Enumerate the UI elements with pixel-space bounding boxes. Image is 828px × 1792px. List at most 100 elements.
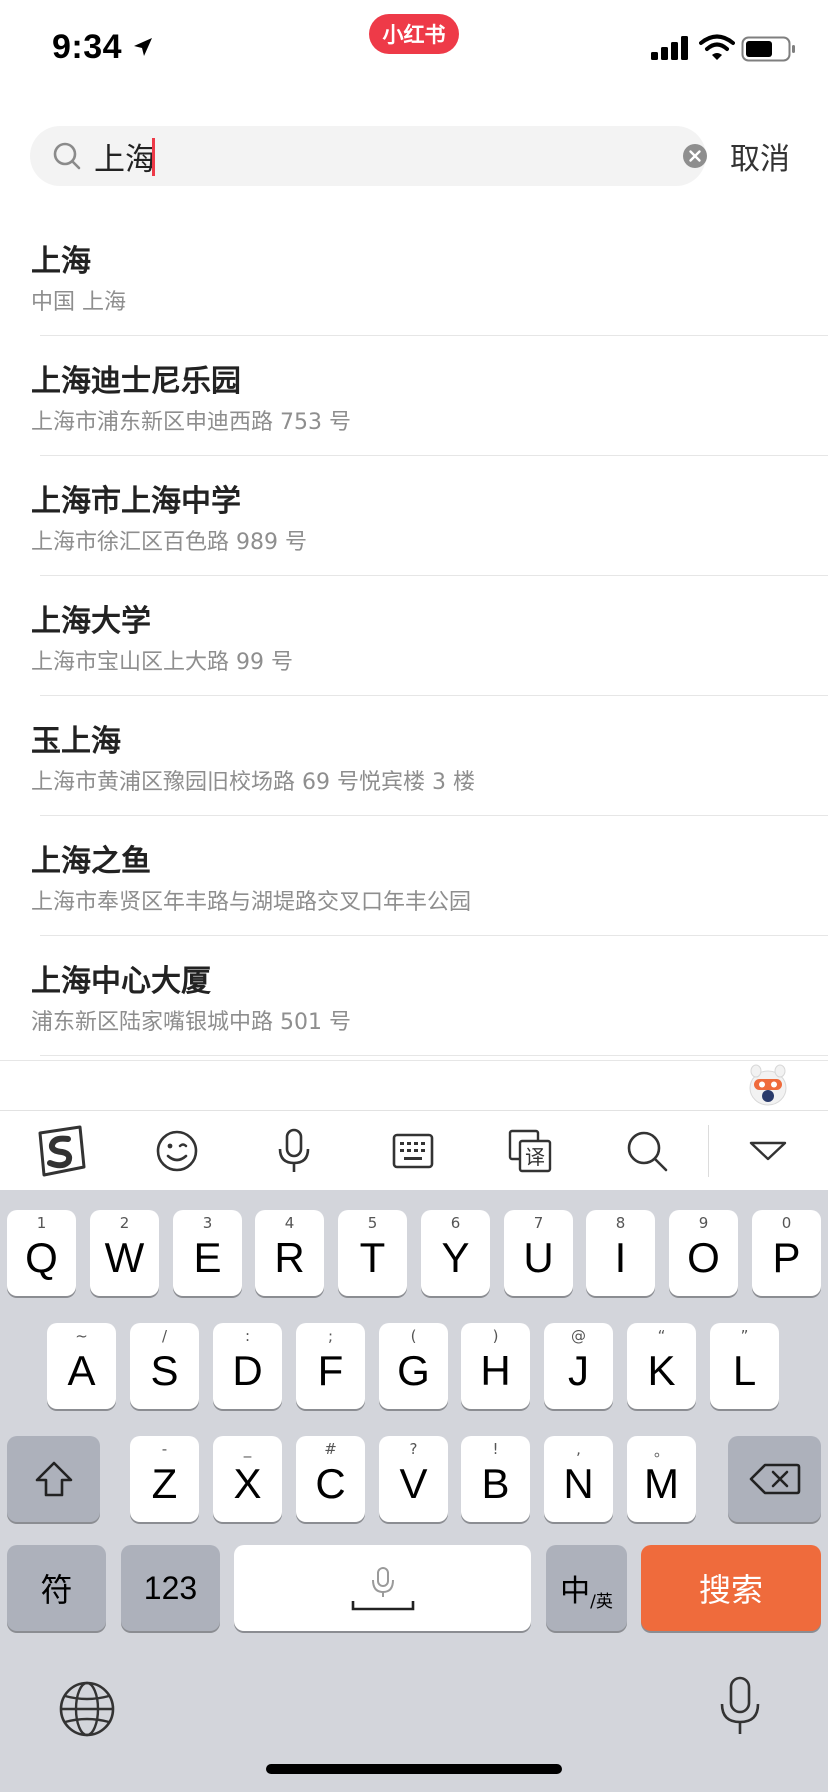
key-hint: 5 [367, 1214, 378, 1232]
result-title: 上海市上海中学 [31, 484, 241, 519]
key-letter: G [397, 1347, 430, 1394]
key-hint: ” [740, 1327, 749, 1345]
key-letter: R [274, 1234, 305, 1281]
dictation-icon[interactable] [716, 1676, 764, 1738]
result-address: 上海市黄浦区豫园旧校场路 69 号悦宾楼 3 楼 [31, 770, 475, 795]
key-g[interactable]: (G [379, 1323, 448, 1409]
key-k[interactable]: “K [627, 1323, 696, 1409]
key-z[interactable]: -Z [130, 1436, 199, 1522]
key-u[interactable]: 7U [504, 1210, 573, 1296]
shift-icon [35, 1461, 72, 1497]
key-hint: 4 [284, 1214, 295, 1232]
key-i[interactable]: 8I [586, 1210, 655, 1296]
list-item[interactable]: 上海中心大厦 浦东新区陆家嘴银城中路 501 号 [0, 936, 828, 1056]
result-title: 上海迪士尼乐园 [31, 364, 241, 399]
key-letter: U [523, 1234, 554, 1281]
status-time: 9:34 [52, 28, 123, 66]
microphone-icon[interactable] [264, 1121, 324, 1181]
list-item[interactable]: 上海迪士尼乐园 上海市浦东新区申迪西路 753 号 [0, 336, 828, 456]
mascot-icon[interactable] [746, 1062, 790, 1108]
toolbar-separator [708, 1125, 709, 1177]
space-key[interactable] [234, 1545, 531, 1631]
search-key[interactable]: 搜索 [641, 1545, 821, 1631]
key-m[interactable]: 。 M [627, 1436, 696, 1522]
search-box[interactable] [30, 126, 708, 186]
key-r[interactable]: 4R [255, 1210, 324, 1296]
key-c[interactable]: # C [296, 1436, 365, 1522]
key-hint: 。 [653, 1442, 669, 1460]
key-letter: Z [151, 1460, 178, 1507]
list-item[interactable]: 上海市上海中学 上海市徐汇区百色路 989 号 [0, 456, 828, 576]
key-hint: ! [492, 1440, 499, 1458]
key-hint: ? [409, 1440, 418, 1458]
emoji-icon[interactable] [147, 1121, 207, 1181]
key-hint: 0 [781, 1214, 792, 1232]
key-hint: _ [243, 1440, 252, 1458]
result-address: 中国 上海 [31, 290, 126, 315]
lang-sub-label: /英 [590, 1591, 613, 1612]
key-j[interactable]: @ J [544, 1323, 613, 1409]
key-hint: ) [492, 1327, 499, 1345]
key-b[interactable]: ! B [461, 1436, 530, 1522]
cancel-button[interactable]: 取消 [730, 134, 790, 178]
keyboard-icon[interactable] [383, 1121, 443, 1181]
key-letter: L [732, 1347, 757, 1394]
result-address: 上海市奉贤区年丰路与湖堤路交叉口年丰公园 [31, 890, 472, 915]
key-letter: O [687, 1234, 720, 1281]
search-icon[interactable] [617, 1121, 677, 1181]
numbers-key[interactable]: 123 [121, 1545, 220, 1631]
clear-icon[interactable] [682, 143, 708, 169]
key-y[interactable]: 6Y [421, 1210, 490, 1296]
key-letter: T [359, 1234, 386, 1281]
list-item[interactable]: 玉上海 上海市黄浦区豫园旧校场路 69 号悦宾楼 3 楼 [0, 696, 828, 816]
key-letter: V [399, 1460, 428, 1507]
key-t[interactable]: 5T [338, 1210, 407, 1296]
result-address: 浦东新区陆家嘴银城中路 501 号 [31, 1010, 351, 1035]
ime-toolbar: 译 [0, 1110, 828, 1190]
result-title: 上海之鱼 [31, 844, 151, 879]
list-item[interactable]: 上海大学 上海市宝山区上大路 99 号 [0, 576, 828, 696]
key-d[interactable]: :D [213, 1323, 282, 1409]
key-e[interactable]: 3E [173, 1210, 242, 1296]
numbers-label: 123 [143, 1569, 198, 1606]
shift-key[interactable] [7, 1436, 100, 1522]
collapse-icon[interactable] [738, 1121, 798, 1181]
key-h[interactable]: ) H [461, 1323, 530, 1409]
key-v[interactable]: ? V [379, 1436, 448, 1522]
result-title: 上海 [31, 244, 91, 279]
key-letter: J [568, 1347, 589, 1394]
key-q[interactable]: 1Q [7, 1210, 76, 1296]
list-item[interactable]: 上海 中国 上海 [0, 216, 828, 336]
key-f[interactable]: ; F [296, 1323, 365, 1409]
app-badge[interactable]: 小红书 [369, 14, 459, 54]
backspace-key[interactable] [728, 1436, 821, 1522]
globe-icon[interactable] [58, 1680, 116, 1738]
divider [0, 1060, 828, 1061]
search-input[interactable] [94, 134, 654, 178]
translate-icon[interactable]: 译 [500, 1121, 560, 1181]
key-a[interactable]: ~ A [47, 1323, 116, 1409]
key-x[interactable]: _ X [213, 1436, 282, 1522]
key-n[interactable]: ,N [544, 1436, 613, 1522]
key-hint: # [324, 1440, 337, 1458]
symbols-label: 符 [40, 1571, 73, 1609]
key-letter: S [150, 1347, 179, 1394]
key-p[interactable]: 0P [752, 1210, 821, 1296]
key-hint: 1 [36, 1214, 47, 1232]
key-letter: C [315, 1460, 346, 1507]
key-hint: ~ [75, 1327, 88, 1345]
battery-icon [741, 36, 795, 62]
key-l[interactable]: ” L [710, 1323, 779, 1409]
key-hint: “ [657, 1327, 666, 1345]
key-s[interactable]: / S [130, 1323, 199, 1409]
text-caret [152, 138, 155, 176]
sogou-logo-icon[interactable] [30, 1121, 90, 1181]
key-hint: @ [571, 1327, 586, 1345]
list-item[interactable]: 上海之鱼 上海市奉贤区年丰路与湖堤路交叉口年丰公园 [0, 816, 828, 936]
key-o[interactable]: 9O [669, 1210, 738, 1296]
symbols-key[interactable]: 符 [7, 1545, 106, 1631]
language-switch-key[interactable]: 中 /英 [546, 1545, 627, 1631]
key-w[interactable]: 2W [90, 1210, 159, 1296]
key-hint: ( [410, 1327, 417, 1345]
divider [40, 1055, 828, 1056]
